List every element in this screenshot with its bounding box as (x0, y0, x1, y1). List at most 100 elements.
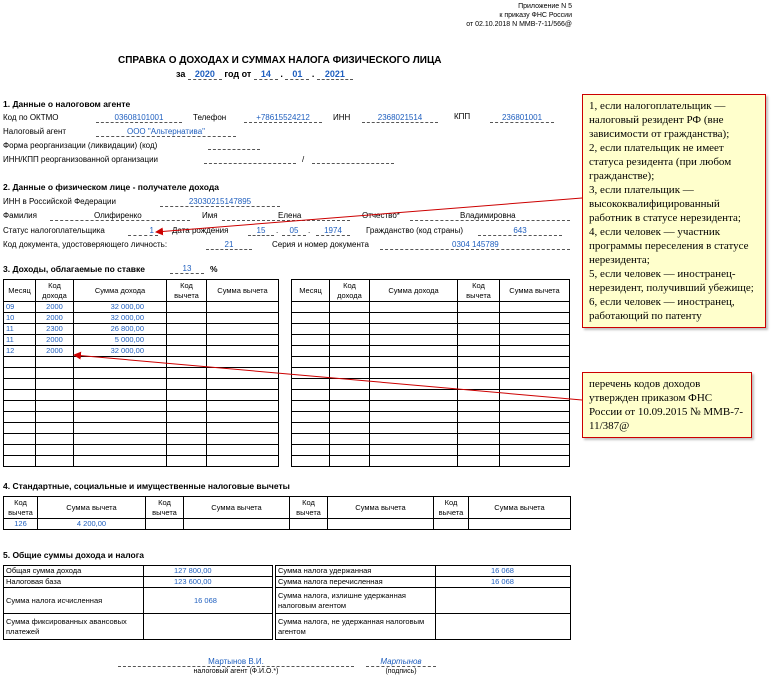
document-title: СПРАВКА О ДОХОДАХ И СУММАХ НАЛОГА ФИЗИЧЕ… (118, 55, 442, 66)
header-deduction-sum: Сумма вычета (37, 496, 146, 519)
header-deduction-code: Код вычета (289, 496, 328, 519)
withheld-label: Сумма налога удержанная (275, 565, 436, 577)
row-code: 2300 (35, 323, 74, 335)
deductions-table: Код вычета Сумма вычета Код вычета Сумма… (3, 496, 571, 530)
appendix-number: Приложение N 5 (518, 3, 572, 10)
income-rate: 13 (170, 264, 204, 274)
reorg-slash: / (302, 155, 305, 164)
appendix-header: Приложение N 5 к приказу ФНС России от 0… (466, 2, 572, 29)
birth-year: 1974 (316, 226, 350, 236)
doc-code-value: 21 (206, 240, 252, 250)
agent-inn-label: ИНН (333, 113, 351, 122)
section-1-title: 1. Данные о налоговом агенте (3, 99, 131, 109)
appendix-order-date: от 02.10.2018 N ММВ-7-11/566@ (466, 21, 572, 28)
surname-value: Олифиренко (50, 211, 190, 221)
withheld-value: 16 068 (435, 565, 571, 577)
total-income-value: 127 800,00 (143, 565, 273, 577)
kpp-label: КПП (454, 112, 471, 121)
oktmo-label: Код по ОКТМО (3, 113, 59, 122)
table-row: Сумма налога, не удержанная налоговым аг… (275, 613, 571, 640)
phone-label: Телефон (193, 113, 227, 122)
section-4-title: 4. Стандартные, социальные и имущественн… (3, 481, 290, 491)
person-inn-value: 230302151478​95 (160, 197, 280, 207)
table-row (291, 301, 570, 313)
status-code-4: 4, если человек — участник программы пер… (589, 226, 749, 266)
birth-month: 05 (282, 226, 306, 236)
title-month: 01 (285, 69, 310, 80)
row-month: 10 (3, 312, 36, 324)
totals-table-right: Сумма налога удержанная 16 068 Сумма нало… (275, 565, 571, 640)
header-deduction-sum: Сумма вычета (327, 496, 434, 519)
table-row (3, 455, 279, 467)
birth-label: Дата рождения (172, 226, 229, 235)
agent-name-label: Налоговый агент (3, 127, 67, 136)
deduction-sum: 4 200,00 (37, 518, 146, 530)
deduction-code: 126 (3, 518, 38, 530)
excess-label: Сумма налога, излишне удержанная налогов… (275, 587, 436, 614)
signature-caption: (подпись) (385, 668, 417, 675)
table-row (3, 400, 279, 412)
header-month: Месяц (3, 279, 36, 302)
header-deduction-code: Код вычета (433, 496, 469, 519)
section-2-title: 2. Данные о физическом лице - получателе… (3, 182, 219, 192)
kpp-value: 236801001 (490, 113, 554, 123)
table-row (3, 411, 279, 423)
table-row: Сумма налога исчисленная 16 068 (3, 587, 273, 614)
table-row (3, 389, 279, 401)
income-codes-note: перечень кодов доходов утвержден приказо… (589, 378, 744, 432)
header-income-amount: Сумма дохода (73, 279, 167, 302)
totals-table-left: Общая сумма дохода 127 800,00 Налоговая б… (3, 565, 273, 640)
header-deduction-code: Код вычета (145, 496, 184, 519)
table-row (291, 334, 570, 346)
header-deduction-sum: Сумма вычета (183, 496, 290, 519)
status-codes-callout: 1, если налогоплательщик — налоговый рез… (582, 94, 766, 328)
table-row (291, 345, 570, 357)
section-5-title: 5. Общие суммы дохода и налога (3, 550, 144, 560)
status-label: Статус налогоплательщика (3, 226, 105, 235)
row-amount: 32 000,00 (73, 312, 167, 324)
row-amount: 32 000,00 (73, 301, 167, 313)
row-amount: 32 000,00 (73, 345, 167, 357)
status-code-5: 5, если человек — иностранец-нерезидент,… (589, 268, 754, 294)
status-code-3: 3, если плательщик — высококвалифицирова… (589, 184, 741, 224)
header-deduction-amount: Сумма вычета (499, 279, 570, 302)
reorg-inn-field (204, 163, 296, 164)
birth-day: 15 (248, 226, 274, 236)
person-inn-label: ИНН в Российской Федерации (3, 197, 116, 206)
not-withheld-label: Сумма налога, не удержанная налоговым аг… (275, 613, 436, 640)
row-code: 2000 (35, 301, 74, 313)
doc-number-label: Серия и номер документа (272, 240, 369, 249)
table-row (291, 411, 570, 423)
birth-dot-2: . (308, 226, 311, 235)
citizenship-value: 643 (478, 226, 562, 236)
name-value: Елена (222, 211, 350, 221)
oktmo-value: 03608101001 (96, 113, 182, 123)
header-month: Месяц (291, 279, 330, 302)
reorg-field (208, 149, 260, 150)
title-doc-year: 2021 (316, 69, 353, 80)
title-day: 14 (253, 69, 278, 80)
header-deduction-amount: Сумма вычета (206, 279, 279, 302)
signature: Мартынов (366, 657, 436, 667)
status-code-6: 6, если человек — иностранец, работающий… (589, 296, 735, 322)
patronymic-label: Отчество* (362, 211, 400, 220)
table-row (291, 312, 570, 324)
header-deduction-code: Код вычета (3, 496, 38, 519)
title-date-line: за 2020 год от 14 . 01 . 2021 (176, 69, 353, 80)
table-row: 11 2300 26 800,00 (3, 323, 279, 335)
table-row: Сумма налога, излишне удержанная налогов… (275, 587, 571, 614)
table-row: Сумма фиксированных авансовых платежей (3, 613, 273, 640)
phone-value: +78615524212 (244, 113, 322, 123)
income-codes-callout: перечень кодов доходов утвержден приказо… (582, 372, 752, 438)
fixed-adv-label: Сумма фиксированных авансовых платежей (3, 613, 144, 640)
table-row (3, 433, 279, 445)
table-row (291, 323, 570, 335)
table-row: 09 2000 32 000,00 (3, 301, 279, 313)
status-code-1: 1, если налогоплательщик — налоговый рез… (589, 100, 730, 140)
doc-code-label: Код документа, удостоверяющего личность: (3, 240, 168, 249)
table-row: 126 4 200,00 (3, 518, 571, 530)
reorg-kpp-field (312, 163, 394, 164)
table-row: Налоговая база 123 600,00 (3, 576, 273, 588)
status-code-2: 2, если плательщик не имеет статуса рези… (589, 142, 732, 182)
agent-signature-caption: налоговый агент (Ф.И.О.*) (193, 668, 279, 675)
